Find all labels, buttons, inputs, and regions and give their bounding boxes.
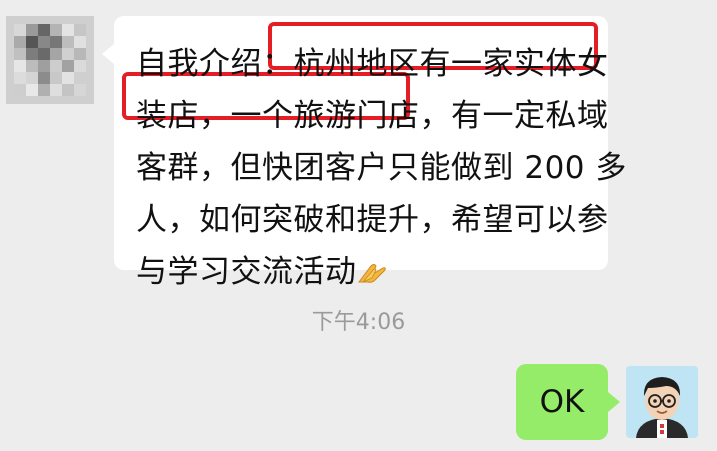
message-line: 人，如何突破和提升，希望可以参 [136,202,609,238]
blurred-avatar-icon [14,24,86,96]
message-line: 自我介绍：杭州地区有一家实体女 [136,46,609,82]
message-line: 与学习交流活动 [136,254,357,290]
outgoing-message-bubble[interactable]: OK [516,364,620,440]
message-line: 客群，但快团客户只能做到 200 多 [136,150,627,186]
message-text: 自我介绍：杭州地区有一家实体女 装店，一个旅游门店，有一定私域 客群，但快团客户… [136,38,627,298]
message-timestamp: 下午4:06 [311,310,406,335]
incoming-message-bubble[interactable]: 自我介绍：杭州地区有一家实体女 装店，一个旅游门店，有一定私域 客群，但快团客户… [102,16,626,290]
message-line: 装店，一个旅游门店，有一定私域 [136,98,609,134]
sender-avatar[interactable] [6,16,94,104]
chat-window: 自我介绍：杭州地区有一家实体女 装店，一个旅游门店，有一定私域 客群，但快团客户… [0,0,717,451]
message-line-last: 与学习交流活动 [136,246,601,298]
my-avatar[interactable] [626,366,698,438]
cartoon-man-avatar-icon [626,366,698,438]
praying-hands-icon [357,264,386,283]
outgoing-message-text: OK [539,384,585,420]
